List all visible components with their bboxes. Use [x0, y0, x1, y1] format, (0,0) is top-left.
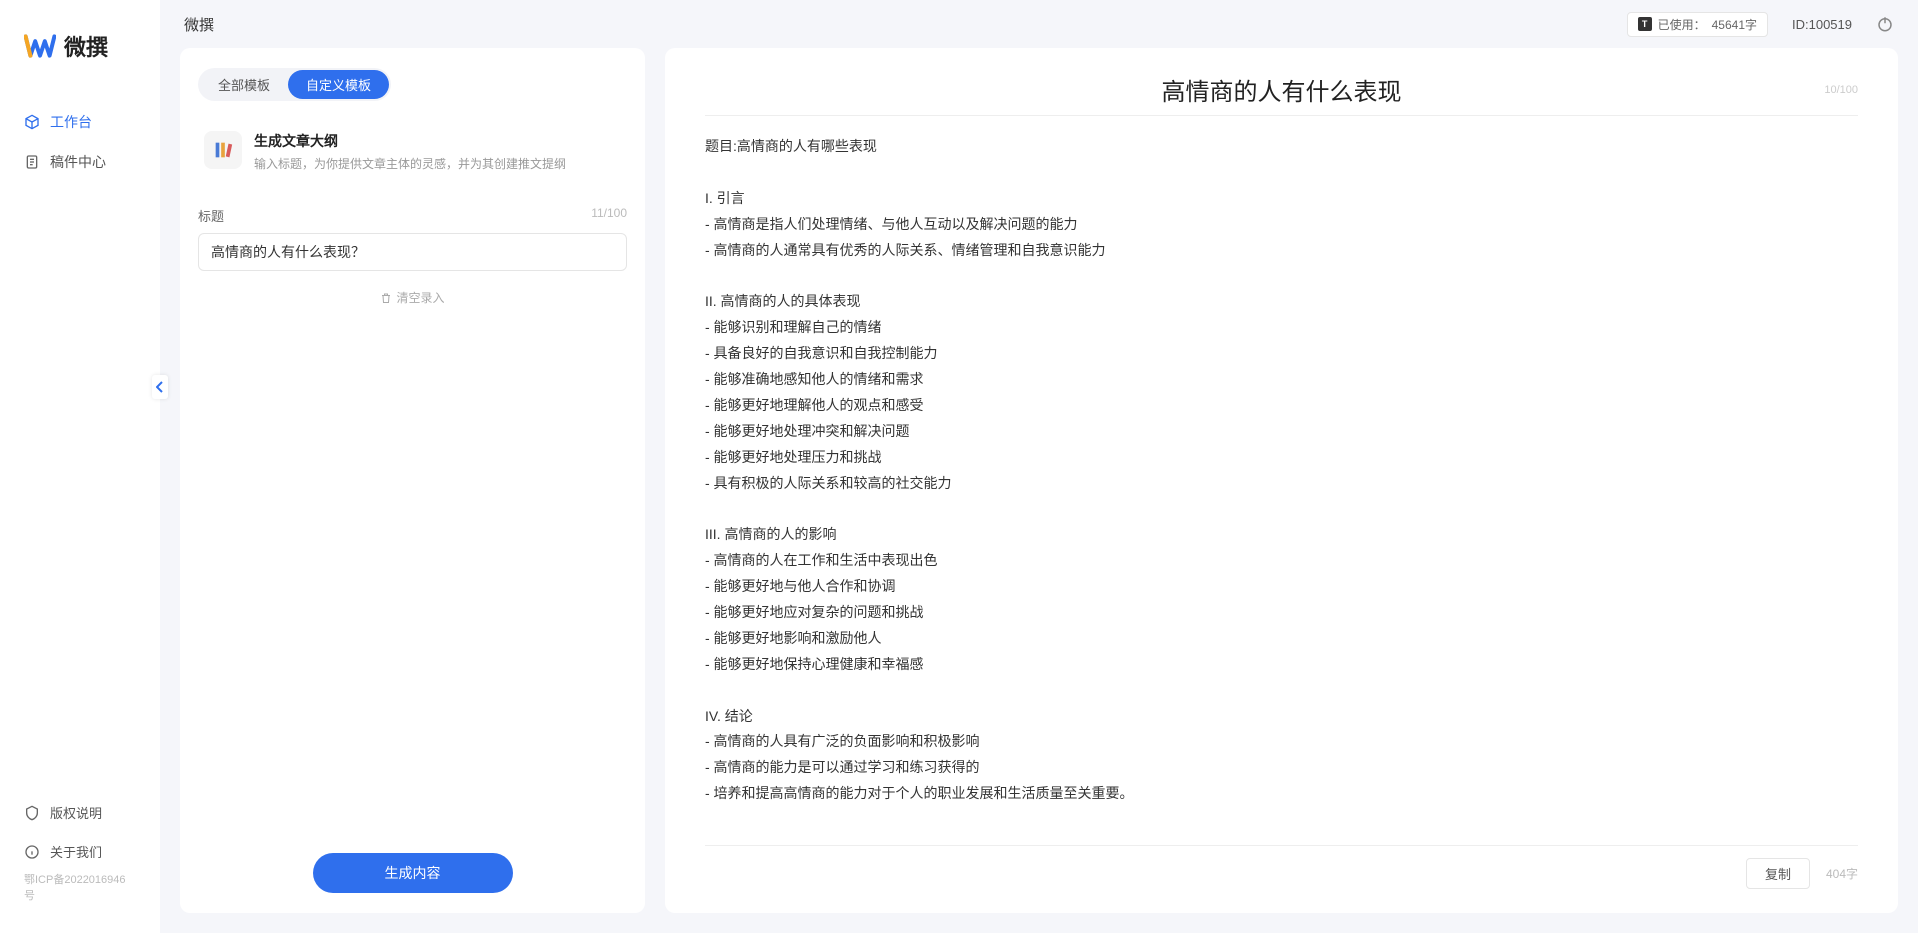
logo-text: 微撰: [64, 30, 108, 62]
tab-all-templates[interactable]: 全部模板: [200, 70, 288, 99]
sidebar-item-drafts[interactable]: 稿件中心: [0, 142, 160, 182]
char-count: 404字: [1826, 865, 1858, 882]
sidebar-item-workspace[interactable]: 工作台: [0, 102, 160, 142]
logo-icon: [24, 32, 56, 60]
sidebar-footer: 版权说明 关于我们 鄂ICP备2022016946号: [0, 793, 160, 933]
sidebar-item-about[interactable]: 关于我们: [0, 832, 160, 871]
doc-body[interactable]: 题目:高情商的人有哪些表现 I. 引言 - 高情商是指人们处理情绪、与他人互动以…: [705, 134, 1858, 833]
topbar: 微撰 T 已使用： 45641字 ID:100519: [160, 0, 1918, 48]
clear-label: 清空录入: [396, 289, 444, 306]
nav: 工作台 稿件中心: [0, 102, 160, 793]
sidebar-item-label: 版权说明: [50, 803, 102, 822]
doc-title-row: 高情商的人有什么表现 10/100: [705, 72, 1858, 107]
doc-title-count: 10/100: [1824, 84, 1858, 96]
title-input[interactable]: [198, 233, 627, 271]
chevron-left-icon: [156, 381, 164, 393]
document-icon: [24, 154, 40, 170]
trash-icon: [380, 292, 392, 304]
right-panel: 高情商的人有什么表现 10/100 题目:高情商的人有哪些表现 I. 引言 - …: [665, 48, 1898, 913]
power-icon[interactable]: [1876, 15, 1894, 33]
doc-title[interactable]: 高情商的人有什么表现: [705, 72, 1858, 107]
user-id: ID:100519: [1792, 17, 1852, 32]
content: 全部模板 自定义模板 生成文章大纲 输入标题，为你提供文章主体的灵感，并为其创建…: [160, 48, 1918, 933]
sidebar-item-copyright[interactable]: 版权说明: [0, 793, 160, 832]
sidebar-item-label: 关于我们: [50, 842, 102, 861]
page-title: 微撰: [184, 14, 214, 35]
title-field-label: 标题: [198, 206, 224, 225]
title-field-count: 11/100: [591, 206, 627, 225]
sidebar-item-label: 稿件中心: [50, 152, 106, 172]
template-card: 生成文章大纲 输入标题，为你提供文章主体的灵感，并为其创建推文提纲: [198, 121, 627, 190]
text-icon: T: [1638, 17, 1652, 31]
sidebar: 微撰 工作台 稿件中心 版权说明: [0, 0, 160, 933]
usage-value: 45641字: [1712, 16, 1757, 33]
template-desc: 输入标题，为你提供文章主体的灵感，并为其创建推文提纲: [254, 155, 566, 172]
icp-text: 鄂ICP备2022016946号: [0, 871, 160, 913]
title-field-label-row: 标题 11/100: [198, 206, 627, 225]
topbar-right: T 已使用： 45641字 ID:100519: [1627, 12, 1894, 37]
doc-footer: 复制 404字: [705, 845, 1858, 889]
generate-button[interactable]: 生成内容: [313, 853, 513, 893]
logo: 微撰: [0, 30, 160, 102]
copy-button[interactable]: 复制: [1746, 858, 1810, 889]
sidebar-item-label: 工作台: [50, 112, 92, 132]
usage-label: 已使用：: [1658, 16, 1706, 33]
tab-custom-templates[interactable]: 自定义模板: [288, 70, 389, 99]
template-icon: [204, 131, 242, 169]
divider: [705, 115, 1858, 116]
sidebar-collapse-button[interactable]: [152, 375, 168, 399]
clear-input-button[interactable]: 清空录入: [198, 289, 627, 306]
info-icon: [24, 844, 40, 860]
template-info: 生成文章大纲 输入标题，为你提供文章主体的灵感，并为其创建推文提纲: [254, 131, 566, 172]
main: 微撰 T 已使用： 45641字 ID:100519 全部模板 自定义模板: [160, 0, 1918, 933]
template-title: 生成文章大纲: [254, 131, 566, 151]
template-tabs: 全部模板 自定义模板: [198, 68, 391, 101]
shield-icon: [24, 805, 40, 821]
cube-icon: [24, 114, 40, 130]
left-panel: 全部模板 自定义模板 生成文章大纲 输入标题，为你提供文章主体的灵感，并为其创建…: [180, 48, 645, 913]
usage-badge: T 已使用： 45641字: [1627, 12, 1768, 37]
